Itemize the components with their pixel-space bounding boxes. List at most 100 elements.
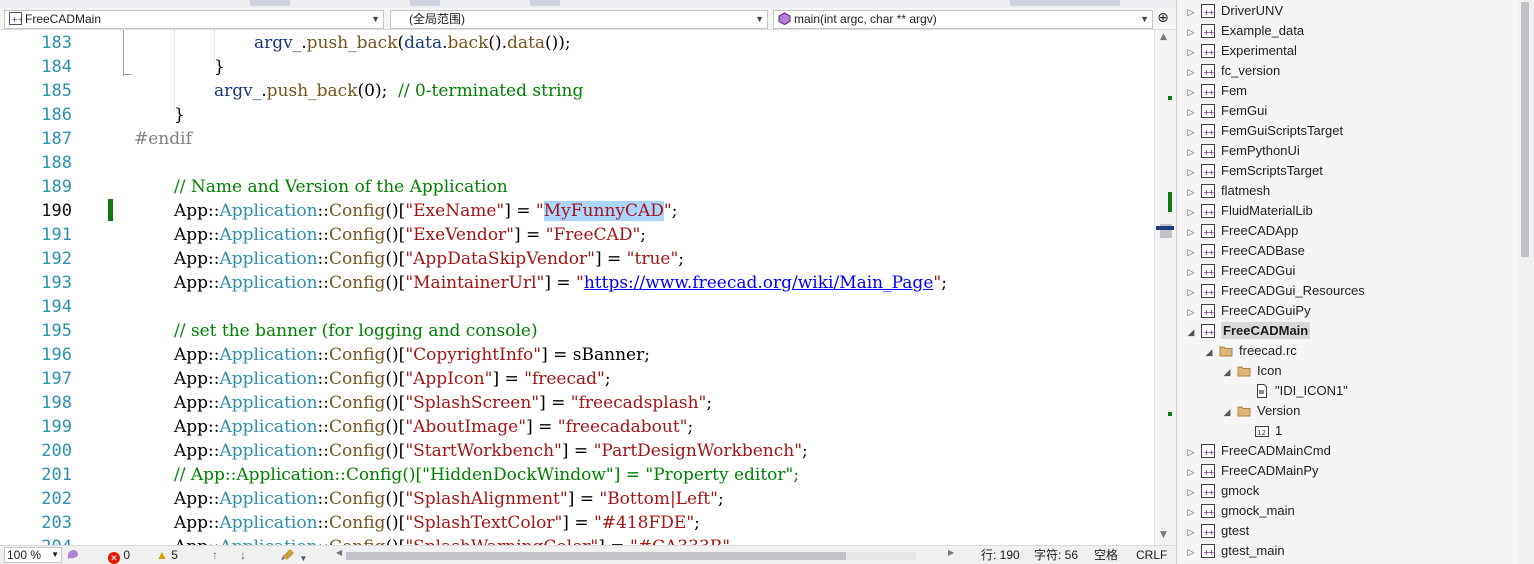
tree-node[interactable]: ▷ + + gmock_main	[1185, 501, 1295, 521]
intellicode-icon[interactable]	[66, 548, 80, 564]
tree-node[interactable]: ▷ + + DriverUNV	[1185, 1, 1283, 21]
expand-arrow-icon[interactable]: ▷	[1185, 482, 1197, 502]
previous-issue-arrow-icon[interactable]: ↑	[212, 548, 218, 563]
member-dropdown[interactable]: main(int argc, char ** argv) ▼	[773, 10, 1153, 29]
tree-node[interactable]: ▷ + + Example_data	[1185, 21, 1304, 41]
expand-arrow-icon[interactable]: ▷	[1185, 502, 1197, 522]
split-window-button[interactable]: ⊕	[1154, 9, 1172, 29]
tree-node[interactable]: ▷ + + Experimental	[1185, 41, 1297, 61]
collapse-arrow-icon[interactable]: ◢	[1221, 362, 1233, 382]
expand-arrow-icon[interactable]: ▷	[1185, 2, 1197, 22]
code-editor[interactable]: ++ FreeCADMain ▼ (全局范围) ▼ main(int argc,…	[0, 0, 1176, 564]
tree-node[interactable]: ▷ + + FreeCADMainCmd	[1185, 441, 1331, 461]
next-issue-arrow-icon[interactable]: ↓	[240, 548, 246, 563]
whitespace-mode-indicator[interactable]: 空格	[1094, 548, 1118, 563]
expand-arrow-icon[interactable]: ▷	[1185, 62, 1197, 82]
scroll-down-icon[interactable]: ▼	[1160, 530, 1167, 540]
code-line[interactable]: App::Application::Config()["AboutImage"]…	[174, 415, 693, 439]
error-count-indicator[interactable]: ✕ 0	[108, 548, 130, 564]
scroll-right-icon[interactable]: ▶	[948, 548, 954, 557]
tree-node[interactable]: ▷ + + flatmesh	[1185, 181, 1270, 201]
expand-arrow-icon[interactable]: ▷	[1185, 282, 1197, 302]
tree-node[interactable]: ▷ + + FreeCADGui_Resources	[1185, 281, 1365, 301]
scroll-left-icon[interactable]: ◀	[336, 548, 342, 557]
expand-arrow-icon[interactable]: ▷	[1185, 462, 1197, 482]
tree-node[interactable]: ▷ + + FemGuiScriptsTarget	[1185, 121, 1343, 141]
expand-arrow-icon[interactable]: ▷	[1185, 542, 1197, 562]
tree-node[interactable]: ▷ + + FreeCADBase	[1185, 241, 1305, 261]
expand-arrow-icon[interactable]: ▷	[1185, 122, 1197, 142]
collapse-arrow-icon[interactable]: ◢	[1185, 322, 1197, 342]
vertical-scrollbar[interactable]: ▲ ▼	[1154, 30, 1176, 545]
code-line[interactable]: App::Application::Config()["SplashTextCo…	[174, 511, 700, 535]
collapse-arrow-icon[interactable]: ◢	[1221, 402, 1233, 422]
explorer-vertical-scrollbar[interactable]	[1517, 0, 1534, 564]
expand-arrow-icon[interactable]: ▷	[1185, 82, 1197, 102]
expand-arrow-icon[interactable]: ▷	[1185, 522, 1197, 542]
tree-node[interactable]: "IDI_ICON1"	[1239, 381, 1348, 401]
code-line[interactable]: App::Application::Config()["MaintainerUr…	[174, 271, 947, 295]
tree-node[interactable]: ▷ + + FreeCADApp	[1185, 221, 1298, 241]
code-line[interactable]: App::Application::Config()["AppIcon"] = …	[174, 367, 611, 391]
expand-arrow-icon[interactable]: ▷	[1185, 242, 1197, 262]
code-line[interactable]: App::Application::Config()["StartWorkben…	[174, 439, 808, 463]
tree-node[interactable]: ▷ + + FreeCADMainPy	[1185, 461, 1319, 481]
expand-arrow-icon[interactable]: ▷	[1185, 262, 1197, 282]
project-dropdown[interactable]: ++ FreeCADMain ▼	[4, 10, 384, 29]
code-line[interactable]: argv_.push_back(data.back().data());	[254, 31, 571, 55]
expand-arrow-icon[interactable]: ▷	[1185, 162, 1197, 182]
tree-node[interactable]: ▷ + + FemScriptsTarget	[1185, 161, 1323, 181]
expand-arrow-icon[interactable]: ▷	[1185, 42, 1197, 62]
collapse-arrow-icon[interactable]: ◢	[1203, 342, 1215, 362]
code-cleanup-brush-icon[interactable]: ▼	[280, 548, 307, 564]
code-line[interactable]: App::Application::Config()["ExeName"] = …	[174, 199, 677, 223]
code-line[interactable]: App::Application::Config()["SplashWarnin…	[174, 535, 736, 545]
tree-node[interactable]: ▷ + + FreeCADGui	[1185, 261, 1295, 281]
tree-node[interactable]: ▷ + + gmock	[1185, 481, 1259, 501]
cursor-char-indicator[interactable]: 字符: 56	[1034, 548, 1078, 563]
expand-arrow-icon[interactable]: ▷	[1185, 22, 1197, 42]
horizontal-scrollbar-thumb[interactable]	[346, 552, 846, 560]
tree-node[interactable]: 12 1	[1239, 421, 1282, 441]
tree-node[interactable]: ◢ freecad.rc	[1203, 341, 1297, 361]
expand-arrow-icon[interactable]: ▷	[1185, 182, 1197, 202]
cursor-line-indicator[interactable]: 行: 190	[981, 548, 1020, 563]
code-line[interactable]: App::Application::Config()["ExeVendor"] …	[174, 223, 646, 247]
tree-node[interactable]: ▷ + + gtest	[1185, 521, 1249, 541]
line-ending-indicator[interactable]: CRLF	[1136, 548, 1167, 563]
scroll-up-icon[interactable]: ▲	[1160, 32, 1167, 42]
code-text-area[interactable]: argv_.push_back(data.back().data());} arg…	[134, 30, 1154, 545]
expand-arrow-icon[interactable]: ▷	[1185, 142, 1197, 162]
tree-node[interactable]: ▷ + + FluidMaterialLib	[1185, 201, 1313, 221]
tree-node[interactable]: ◢ + + FreeCADMain	[1185, 321, 1311, 342]
code-line[interactable]: App::Application::Config()["SplashScreen…	[174, 391, 712, 415]
explorer-scrollbar-thumb[interactable]	[1521, 2, 1529, 257]
code-line[interactable]: }	[214, 55, 225, 79]
expand-arrow-icon[interactable]: ▷	[1185, 442, 1197, 462]
tree-node[interactable]: ◢ Version	[1221, 401, 1301, 422]
solution-explorer-tree[interactable]: ▷ + + DriverUNV ▷ + + Example_data ▷ + + Experiment…	[1176, 0, 1534, 564]
code-line[interactable]: App::Application::Config()["CopyrightInf…	[174, 343, 650, 367]
tree-node[interactable]: ▷ + + FemGui	[1185, 101, 1267, 121]
code-line[interactable]: // set the banner (for logging and conso…	[174, 319, 538, 343]
expand-arrow-icon[interactable]: ▷	[1185, 102, 1197, 122]
code-line[interactable]: #endif	[134, 127, 192, 151]
code-line[interactable]: App::Application::Config()["SplashAlignm…	[174, 487, 724, 511]
tree-node[interactable]: ▷ + + FemPythonUi	[1185, 141, 1300, 161]
code-line[interactable]: // Name and Version of the Application	[174, 175, 508, 199]
tree-node[interactable]: ▷ + + Fem	[1185, 81, 1247, 101]
code-line[interactable]: }	[174, 103, 185, 127]
expand-arrow-icon[interactable]: ▷	[1185, 222, 1197, 242]
code-line[interactable]: argv_.push_back(0); // 0-terminated stri…	[214, 79, 583, 103]
tree-node[interactable]: ◢ Icon	[1221, 361, 1282, 381]
expand-arrow-icon[interactable]: ▷	[1185, 202, 1197, 222]
code-line[interactable]: // App::Application::Config()["HiddenDoc…	[174, 463, 799, 487]
code-link[interactable]: https://www.freecad.org/wiki/Main_Page	[584, 273, 934, 293]
tree-node[interactable]: ▷ + + fc_version	[1185, 61, 1280, 81]
scope-dropdown[interactable]: (全局范围) ▼	[390, 10, 768, 29]
tree-node[interactable]: ▷ + + gtest_main	[1185, 541, 1285, 561]
horizontal-scrollbar[interactable]: ◀ ▶	[336, 548, 954, 561]
warning-count-indicator[interactable]: ▲ 5	[156, 548, 178, 563]
tree-node[interactable]: ▷ + + FreeCADGuiPy	[1185, 301, 1311, 321]
code-line[interactable]: App::Application::Config()["AppDataSkipV…	[174, 247, 684, 271]
